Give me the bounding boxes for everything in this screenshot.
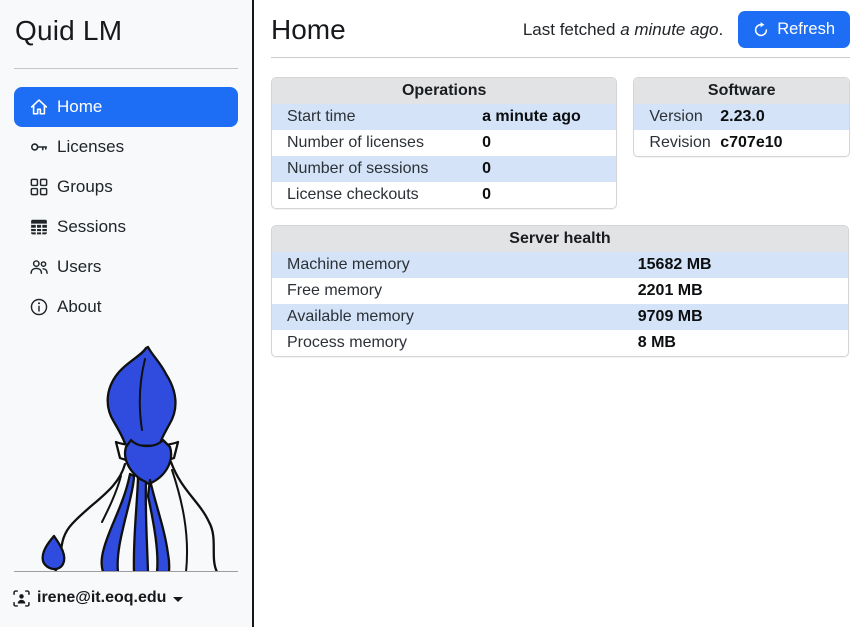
grid-icon — [30, 178, 48, 196]
person-badge-icon — [13, 590, 30, 607]
refresh-icon — [753, 22, 769, 38]
table-row: Machine memory15682 MB — [272, 252, 848, 278]
software-table: Software Version2.23.0Revisionc707e10 — [633, 77, 850, 157]
row-label: Available memory — [272, 304, 638, 330]
page-title: Home — [271, 14, 346, 46]
row-label: Revision — [634, 130, 720, 156]
table-row: Revisionc707e10 — [634, 130, 849, 156]
sidebar-item-label: About — [57, 297, 101, 317]
row-label: License checkouts — [272, 182, 482, 208]
row-label: Free memory — [272, 278, 638, 304]
last-fetched-text: Last fetched a minute ago. — [523, 20, 723, 40]
table-title: Server health — [272, 226, 848, 252]
table-icon — [30, 218, 48, 236]
caret-down-icon — [173, 597, 183, 602]
sidebar-item-label: Licenses — [57, 137, 124, 157]
row-value: a minute ago — [482, 104, 616, 130]
table-row: Start timea minute ago — [272, 104, 616, 130]
key-icon — [30, 138, 48, 156]
row-label: Number of sessions — [272, 156, 482, 182]
refresh-button[interactable]: Refresh — [738, 11, 850, 48]
sidebar-item-groups[interactable]: Groups — [14, 167, 238, 207]
sidebar-item-label: Sessions — [57, 217, 126, 237]
sidebar-item-licenses[interactable]: Licenses — [14, 127, 238, 167]
app-title: Quid LM — [0, 0, 252, 47]
table-row: Number of licenses0 — [272, 130, 616, 156]
table-row: Free memory2201 MB — [272, 278, 848, 304]
summary-tables-row: Operations Start timea minute agoNumber … — [271, 77, 850, 209]
row-value: 0 — [482, 156, 616, 182]
row-label: Number of licenses — [272, 130, 482, 156]
header-actions: Last fetched a minute ago. Refresh — [523, 11, 850, 48]
row-value: 2.23.0 — [720, 104, 849, 130]
sidebar-bottom-divider — [14, 571, 238, 572]
sidebar-item-label: Groups — [57, 177, 113, 197]
table-row: Number of sessions0 — [272, 156, 616, 182]
sidebar-divider — [14, 68, 238, 69]
sidebar-item-sessions[interactable]: Sessions — [14, 207, 238, 247]
row-value: 0 — [482, 130, 616, 156]
table-row: License checkouts0 — [272, 182, 616, 208]
table-title: Software — [634, 78, 849, 104]
table-row: Version2.23.0 — [634, 104, 849, 130]
sidebar-item-about[interactable]: About — [14, 287, 238, 327]
table-row: Process memory8 MB — [272, 330, 848, 356]
row-value: 15682 MB — [638, 252, 848, 278]
server-health-table: Server health Machine memory15682 MBFree… — [271, 225, 849, 357]
last-fetched-value: a minute ago — [620, 20, 718, 39]
squid-illustration — [28, 344, 228, 572]
sidebar-item-home[interactable]: Home — [14, 87, 238, 127]
people-icon — [30, 258, 48, 276]
row-label: Process memory — [272, 330, 638, 356]
operations-table: Operations Start timea minute agoNumber … — [271, 77, 617, 209]
row-label: Version — [634, 104, 720, 130]
header-divider — [271, 57, 850, 58]
user-menu[interactable]: irene@it.eoq.edu — [13, 589, 183, 607]
table-title: Operations — [272, 78, 616, 104]
sidebar-item-label: Home — [57, 97, 102, 117]
main-content: Home Last fetched a minute ago. Refresh … — [254, 0, 862, 627]
row-value: 9709 MB — [638, 304, 848, 330]
row-label: Start time — [272, 104, 482, 130]
table-row: Available memory9709 MB — [272, 304, 848, 330]
row-value: 8 MB — [638, 330, 848, 356]
sidebar-item-users[interactable]: Users — [14, 247, 238, 287]
row-value: 2201 MB — [638, 278, 848, 304]
user-email: irene@it.eoq.edu — [37, 589, 166, 607]
sidebar-nav: Home Licenses Groups — [0, 87, 252, 327]
row-value: c707e10 — [720, 130, 849, 156]
row-label: Machine memory — [272, 252, 638, 278]
house-icon — [30, 98, 48, 116]
sidebar: Quid LM Home Licenses — [0, 0, 252, 627]
sidebar-item-label: Users — [57, 257, 101, 277]
page-header: Home Last fetched a minute ago. Refresh — [271, 11, 850, 48]
row-value: 0 — [482, 182, 616, 208]
info-icon — [30, 298, 48, 316]
refresh-label: Refresh — [777, 20, 835, 39]
